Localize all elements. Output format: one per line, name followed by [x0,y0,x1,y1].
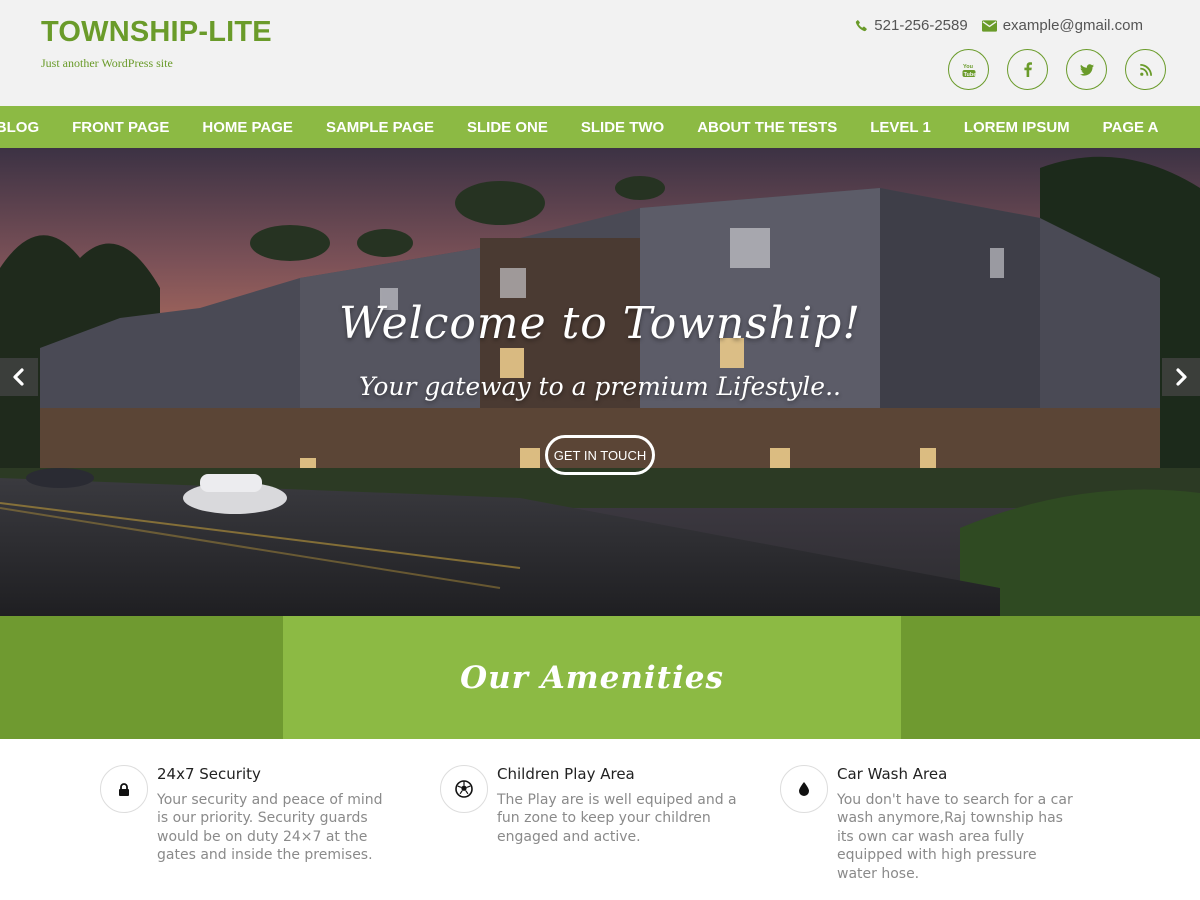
nav-item-front-page[interactable]: FRONT PAGE [56,119,186,136]
rss-icon [1139,63,1152,76]
site-header: TOWNSHIP-LITE Just another WordPress sit… [0,0,1200,106]
contact-info: 521-256-2589 example@gmail.com [841,17,1143,34]
email-contact: example@gmail.com [981,17,1143,34]
amenity-title: Car Wash Area [837,765,948,783]
svg-text:Tube: Tube [963,71,975,77]
amenity-title: 24x7 Security [157,765,261,783]
youtube-icon: You Tube [962,64,976,77]
twitter-icon [1079,63,1094,76]
amenities-heading-box: Our Amenities [283,616,901,739]
hero-subtitle: Your gateway to a premium Lifestyle.. [359,372,841,401]
rss-link[interactable] [1125,49,1166,90]
nav-item-lorem-ipsum[interactable]: LOREM IPSUM [947,119,1086,136]
amenity-icon-circle [440,765,488,813]
amenities-heading: Our Amenities [460,659,724,696]
slider-next-button[interactable] [1162,358,1200,396]
main-navigation: BLOG FRONT PAGE HOME PAGE SAMPLE PAGE SL… [0,106,1200,148]
amenity-title: Children Play Area [497,765,635,783]
facebook-icon [1023,62,1032,77]
phone-icon [856,19,868,32]
email-address[interactable]: example@gmail.com [1003,17,1143,34]
lock-icon [119,782,129,796]
amenities-list: 24x7 Security Your security and peace of… [0,739,1200,900]
nav-item-blog[interactable]: BLOG [0,119,56,136]
twitter-link[interactable] [1066,49,1107,90]
nav-item-slide-two[interactable]: SLIDE TWO [564,119,680,136]
amenity-description: You don't have to search for a car wash … [837,792,1073,882]
nav-item-level-1[interactable]: LEVEL 1 [854,119,948,136]
chevron-right-icon [1176,368,1187,386]
nav-item-slide-one[interactable]: SLIDE ONE [451,119,565,136]
svg-text:You: You [963,64,973,70]
phone-number: 521-256-2589 [874,17,968,34]
soccer-ball-icon [455,780,473,798]
slider-prev-button[interactable] [0,358,38,396]
site-tagline: Just another WordPress site [41,56,173,70]
nav-item-sample-page[interactable]: SAMPLE PAGE [309,119,450,136]
nav-item-about-the-tests[interactable]: ABOUT THE TESTS [681,119,854,136]
youtube-link[interactable]: You Tube [948,49,989,90]
site-title[interactable]: TOWNSHIP-LITE [41,16,272,49]
get-in-touch-button[interactable]: GET IN TOUCH [545,435,655,475]
amenities-banner: Our Amenities [0,616,1200,739]
nav-menu: BLOG FRONT PAGE HOME PAGE SAMPLE PAGE SL… [0,106,1175,148]
phone-contact: 521-256-2589 [855,17,968,34]
amenity-description: Your security and peace of mind is our p… [157,792,383,864]
amenity-description: The Play are is well equiped and a fun z… [497,792,737,845]
envelope-icon [981,19,997,32]
hero-title: Welcome to Township! [338,298,862,349]
nav-item-page-a[interactable]: PAGE A [1086,119,1175,136]
water-drop-icon [799,782,809,796]
social-links: You Tube [930,49,1166,90]
facebook-link[interactable] [1007,49,1048,90]
hero-slider: Welcome to Township! Your gateway to a p… [0,148,1200,616]
nav-item-home-page[interactable]: HOME PAGE [186,119,310,136]
chevron-left-icon [13,368,24,386]
amenity-icon-circle [100,765,148,813]
amenity-icon-circle [780,765,828,813]
